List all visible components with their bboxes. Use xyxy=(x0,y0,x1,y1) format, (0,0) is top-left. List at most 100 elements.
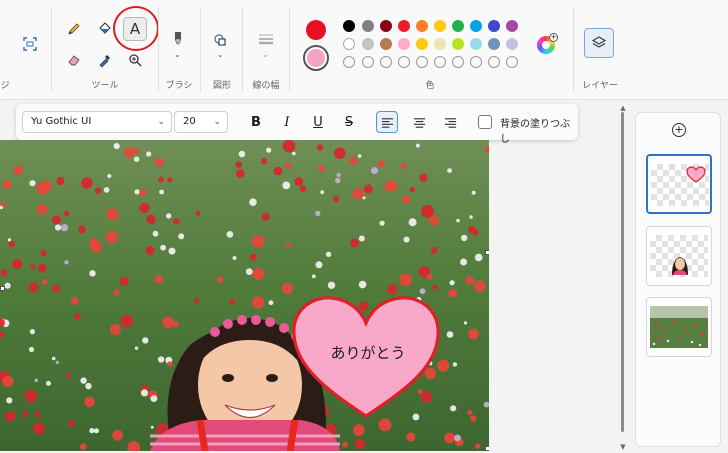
flower xyxy=(273,166,283,176)
flower xyxy=(52,215,61,225)
heart-text[interactable]: ありがとう xyxy=(318,342,418,363)
flower xyxy=(460,258,468,266)
underline-button[interactable]: U xyxy=(307,111,329,133)
color-swatch-white[interactable] xyxy=(343,38,355,50)
resize-handle[interactable] xyxy=(0,286,5,291)
color-swatch-pink[interactable] xyxy=(398,38,410,50)
resize-handle[interactable] xyxy=(485,250,489,255)
bold-button[interactable]: B xyxy=(245,111,267,133)
color-swatch-indigo[interactable] xyxy=(488,20,500,32)
custom-color-slot[interactable] xyxy=(488,56,500,68)
align-left-button[interactable] xyxy=(376,111,398,133)
custom-color-slot[interactable] xyxy=(398,56,410,68)
flower xyxy=(139,202,150,214)
color-swatch-light-gray[interactable] xyxy=(362,38,374,50)
flower xyxy=(8,240,16,248)
flower xyxy=(70,297,79,305)
color-swatch-lime[interactable] xyxy=(452,38,464,50)
flower xyxy=(134,189,140,195)
color-swatch-blue[interactable] xyxy=(470,20,482,32)
flower xyxy=(452,362,458,367)
custom-color-slot[interactable] xyxy=(343,56,355,68)
custom-color-slot[interactable] xyxy=(506,56,518,68)
flower xyxy=(36,204,48,215)
font-size-select[interactable]: 20 ⌄ xyxy=(174,111,228,133)
flower xyxy=(150,395,158,402)
brush-chevron-down-icon[interactable]: ⌄ xyxy=(174,50,181,59)
custom-color-slot[interactable] xyxy=(380,56,392,68)
eraser-icon[interactable] xyxy=(62,48,86,72)
flower xyxy=(403,236,410,243)
shapes-chevron-down-icon[interactable]: ⌄ xyxy=(217,50,224,59)
brush-icon[interactable] xyxy=(166,26,190,50)
color-swatch-gray[interactable] xyxy=(362,20,374,32)
fill-background-checkbox[interactable] xyxy=(478,115,492,129)
flower xyxy=(371,167,378,175)
align-left-icon xyxy=(381,117,393,128)
flower xyxy=(400,163,407,169)
flower xyxy=(320,190,325,195)
pencil-icon[interactable] xyxy=(62,17,86,41)
color-swatch-red[interactable] xyxy=(398,20,410,32)
custom-color-slot[interactable] xyxy=(362,56,374,68)
color-swatch-brown[interactable] xyxy=(380,38,392,50)
custom-color-slot[interactable] xyxy=(452,56,464,68)
scrollbar-thumb[interactable] xyxy=(621,112,624,432)
custom-color-slot[interactable] xyxy=(416,56,428,68)
flower xyxy=(261,158,268,165)
flower xyxy=(419,288,426,295)
scroll-down-icon[interactable]: ▼ xyxy=(618,443,628,451)
flower xyxy=(79,443,87,450)
flower xyxy=(65,372,71,378)
color-swatch-slate[interactable] xyxy=(488,38,500,50)
color-swatch-light-blue[interactable] xyxy=(470,38,482,50)
stroke-chevron-down-icon[interactable]: ⌄ xyxy=(262,50,269,59)
separator xyxy=(573,8,574,92)
edit-colors-icon[interactable]: + xyxy=(537,33,558,54)
magnifier-icon[interactable] xyxy=(123,48,147,72)
layer-thumbnail-background[interactable] xyxy=(646,297,712,357)
color-swatch-black[interactable] xyxy=(343,20,355,32)
align-right-icon xyxy=(444,117,456,128)
strikethrough-button[interactable]: S xyxy=(338,111,360,133)
shapes-group-label: 図形 xyxy=(212,81,231,91)
flower xyxy=(284,162,292,170)
custom-color-slot[interactable] xyxy=(434,56,446,68)
flower xyxy=(409,186,415,193)
vertical-scrollbar[interactable]: ▲ ▼ xyxy=(618,104,628,453)
add-layer-icon[interactable]: + xyxy=(672,123,686,137)
color-swatch-gold[interactable] xyxy=(416,38,428,50)
align-right-button[interactable] xyxy=(439,111,461,133)
shapes-icon[interactable] xyxy=(208,28,232,52)
layers-button[interactable] xyxy=(584,28,614,58)
flower xyxy=(469,215,473,219)
color-swatch-dark-red[interactable] xyxy=(380,20,392,32)
secondary-color-swatch[interactable] xyxy=(303,45,329,71)
color-swatch-purple[interactable] xyxy=(506,20,518,32)
primary-color-swatch[interactable] xyxy=(306,20,326,40)
flower xyxy=(120,276,129,286)
flower xyxy=(281,282,293,295)
custom-color-slot[interactable] xyxy=(470,56,482,68)
crop-select-icon[interactable] xyxy=(18,32,42,56)
align-center-button[interactable] xyxy=(408,111,430,133)
color-picker-icon[interactable] xyxy=(93,48,117,72)
color-swatch-orange[interactable] xyxy=(416,20,428,32)
stroke-width-icon[interactable] xyxy=(254,27,278,51)
flower xyxy=(217,276,224,283)
flower xyxy=(448,288,458,298)
flower xyxy=(159,189,165,195)
layer-thumbnail-girl[interactable] xyxy=(646,226,712,286)
flower xyxy=(456,218,460,223)
color-swatch-cream[interactable] xyxy=(434,38,446,50)
color-swatch-green[interactable] xyxy=(452,20,464,32)
canvas[interactable]: ありがとう xyxy=(0,140,489,451)
italic-button[interactable]: I xyxy=(276,111,298,133)
font-family-select[interactable]: Yu Gothic UI ⌄ xyxy=(22,111,172,133)
resize-handle[interactable] xyxy=(485,446,489,451)
color-swatch-yellow[interactable] xyxy=(434,20,446,32)
scroll-up-icon[interactable]: ▲ xyxy=(618,104,628,112)
separator xyxy=(200,8,201,92)
color-swatch-lavender[interactable] xyxy=(506,38,518,50)
layer-thumbnail-heart[interactable] xyxy=(646,154,712,214)
